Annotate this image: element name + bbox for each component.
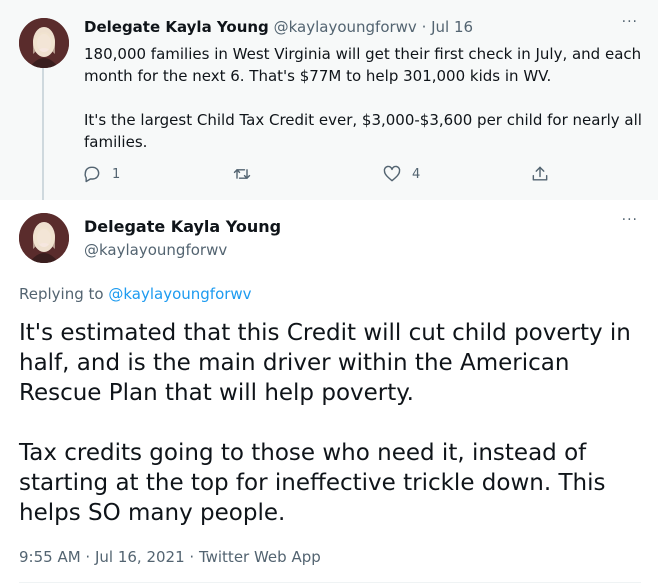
replying-to-link[interactable]: @kaylayoungforwv	[108, 285, 251, 303]
avatar[interactable]	[19, 18, 69, 68]
author-name[interactable]: Delegate Kayla Young	[84, 18, 269, 36]
author-handle[interactable]: @kaylayoungforwv	[84, 241, 227, 259]
reply-count: 1	[112, 166, 121, 182]
author-meta[interactable]: @kaylayoungforwv · Jul 16	[274, 18, 473, 36]
author-name[interactable]: Delegate Kayla Young	[84, 217, 281, 236]
timestamp-link[interactable]: 9:55 AM · Jul 16, 2021 ·	[19, 548, 199, 566]
thread-line	[42, 68, 44, 200]
parent-tweet-text: 180,000 families in West Virginia will g…	[84, 43, 644, 153]
avatar[interactable]	[19, 213, 69, 263]
retweet-button[interactable]	[232, 164, 262, 184]
tweet-paragraph: It's estimated that this Credit will cut…	[19, 320, 631, 406]
tweet-paragraph: 180,000 families in West Virginia will g…	[84, 45, 642, 85]
reply-button[interactable]: 1	[82, 164, 120, 184]
replying-prefix: Replying to	[19, 285, 109, 303]
like-button[interactable]: 4	[382, 164, 420, 184]
more-icon[interactable]: ···	[622, 212, 638, 228]
heart-icon	[383, 165, 401, 182]
like-count: 4	[412, 166, 421, 182]
parent-tweet[interactable]: Delegate Kayla Young @kaylayoungforwv · …	[0, 0, 658, 200]
retweet-icon	[233, 169, 251, 179]
main-tweet-text: It's estimated that this Credit will cut…	[19, 318, 644, 528]
tweet-paragraph: Tax credits going to those who need it, …	[19, 440, 606, 526]
source-link[interactable]: Twitter Web App	[199, 548, 321, 566]
replying-to: Replying to @kaylayoungforwv	[19, 285, 252, 303]
tweet-paragraph: It's the largest Child Tax Credit ever, …	[84, 111, 642, 151]
divider	[19, 582, 641, 583]
more-icon[interactable]: ···	[622, 14, 638, 30]
tweet-timestamp: 9:55 AM · Jul 16, 2021 · Twitter Web App	[19, 548, 321, 566]
parent-tweet-header: Delegate Kayla Young @kaylayoungforwv · …	[84, 18, 473, 36]
reply-icon	[84, 166, 100, 183]
share-icon	[532, 166, 548, 181]
share-button[interactable]	[530, 164, 550, 184]
